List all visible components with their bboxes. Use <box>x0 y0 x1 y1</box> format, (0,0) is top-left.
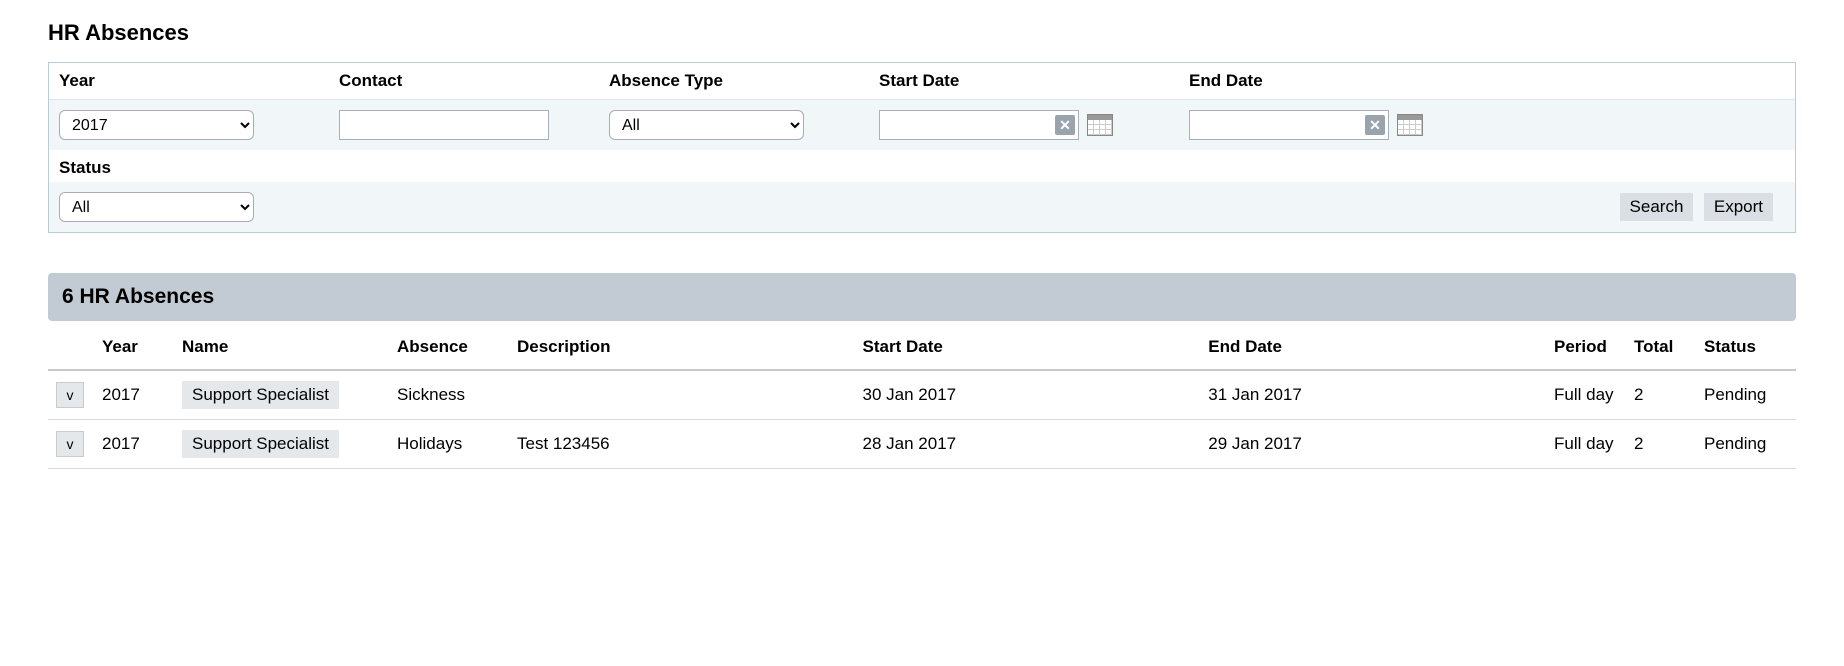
end-date-input[interactable] <box>1189 110 1389 140</box>
col-name: Name <box>174 327 389 370</box>
cell-year: 2017 <box>94 420 174 469</box>
name-badge[interactable]: Support Specialist <box>182 430 339 458</box>
filter-panel: Year Contact Absence Type Start Date End… <box>48 62 1796 233</box>
col-absence: Absence <box>389 327 509 370</box>
cell-absence: Holidays <box>389 420 509 469</box>
col-description: Description <box>509 327 855 370</box>
cell-end-date: 31 Jan 2017 <box>1200 370 1546 420</box>
cell-period: Full day <box>1546 370 1626 420</box>
filter-label-year: Year <box>49 63 329 99</box>
col-start-date: Start Date <box>855 327 1201 370</box>
cell-end-date: 29 Jan 2017 <box>1200 420 1546 469</box>
start-date-input[interactable] <box>879 110 1079 140</box>
expand-row-button[interactable]: v <box>56 431 84 457</box>
cell-total: 2 <box>1626 420 1696 469</box>
col-period: Period <box>1546 327 1626 370</box>
absence-type-select[interactable]: All <box>609 110 804 140</box>
cell-description: Test 123456 <box>509 420 855 469</box>
page-title: HR Absences <box>48 20 1796 46</box>
table-row: v 2017 Support Specialist HolidaysTest 1234… <box>48 420 1796 469</box>
filter-label-start-date: Start Date <box>869 63 1179 99</box>
clear-end-date-icon[interactable]: ✕ <box>1365 115 1385 135</box>
export-button[interactable]: Export <box>1704 193 1773 221</box>
contact-input[interactable] <box>339 110 549 140</box>
cell-start-date: 30 Jan 2017 <box>855 370 1201 420</box>
status-select[interactable]: All <box>59 192 254 222</box>
filter-label-end-date: End Date <box>1179 63 1795 99</box>
cell-absence: Sickness <box>389 370 509 420</box>
search-button[interactable]: Search <box>1620 193 1694 221</box>
cell-status: Pending <box>1696 420 1796 469</box>
results-header: 6 HR Absences <box>48 273 1796 321</box>
filter-label-contact: Contact <box>329 63 599 99</box>
filter-label-status: Status <box>59 158 111 178</box>
results-table: Year Name Absence Description Start Date… <box>48 327 1796 469</box>
filter-label-absence-type: Absence Type <box>599 63 869 99</box>
col-year: Year <box>94 327 174 370</box>
clear-start-date-icon[interactable]: ✕ <box>1055 115 1075 135</box>
expand-row-button[interactable]: v <box>56 382 84 408</box>
cell-start-date: 28 Jan 2017 <box>855 420 1201 469</box>
cell-period: Full day <box>1546 420 1626 469</box>
year-select[interactable]: 2017 <box>59 110 254 140</box>
cell-total: 2 <box>1626 370 1696 420</box>
col-status: Status <box>1696 327 1796 370</box>
calendar-icon[interactable] <box>1397 114 1423 136</box>
col-end-date: End Date <box>1200 327 1546 370</box>
cell-description <box>509 370 855 420</box>
cell-status: Pending <box>1696 370 1796 420</box>
cell-year: 2017 <box>94 370 174 420</box>
calendar-icon[interactable] <box>1087 114 1113 136</box>
table-row: v 2017 Support Specialist Sickness 30 Jan 20… <box>48 370 1796 420</box>
name-badge[interactable]: Support Specialist <box>182 381 339 409</box>
col-total: Total <box>1626 327 1696 370</box>
